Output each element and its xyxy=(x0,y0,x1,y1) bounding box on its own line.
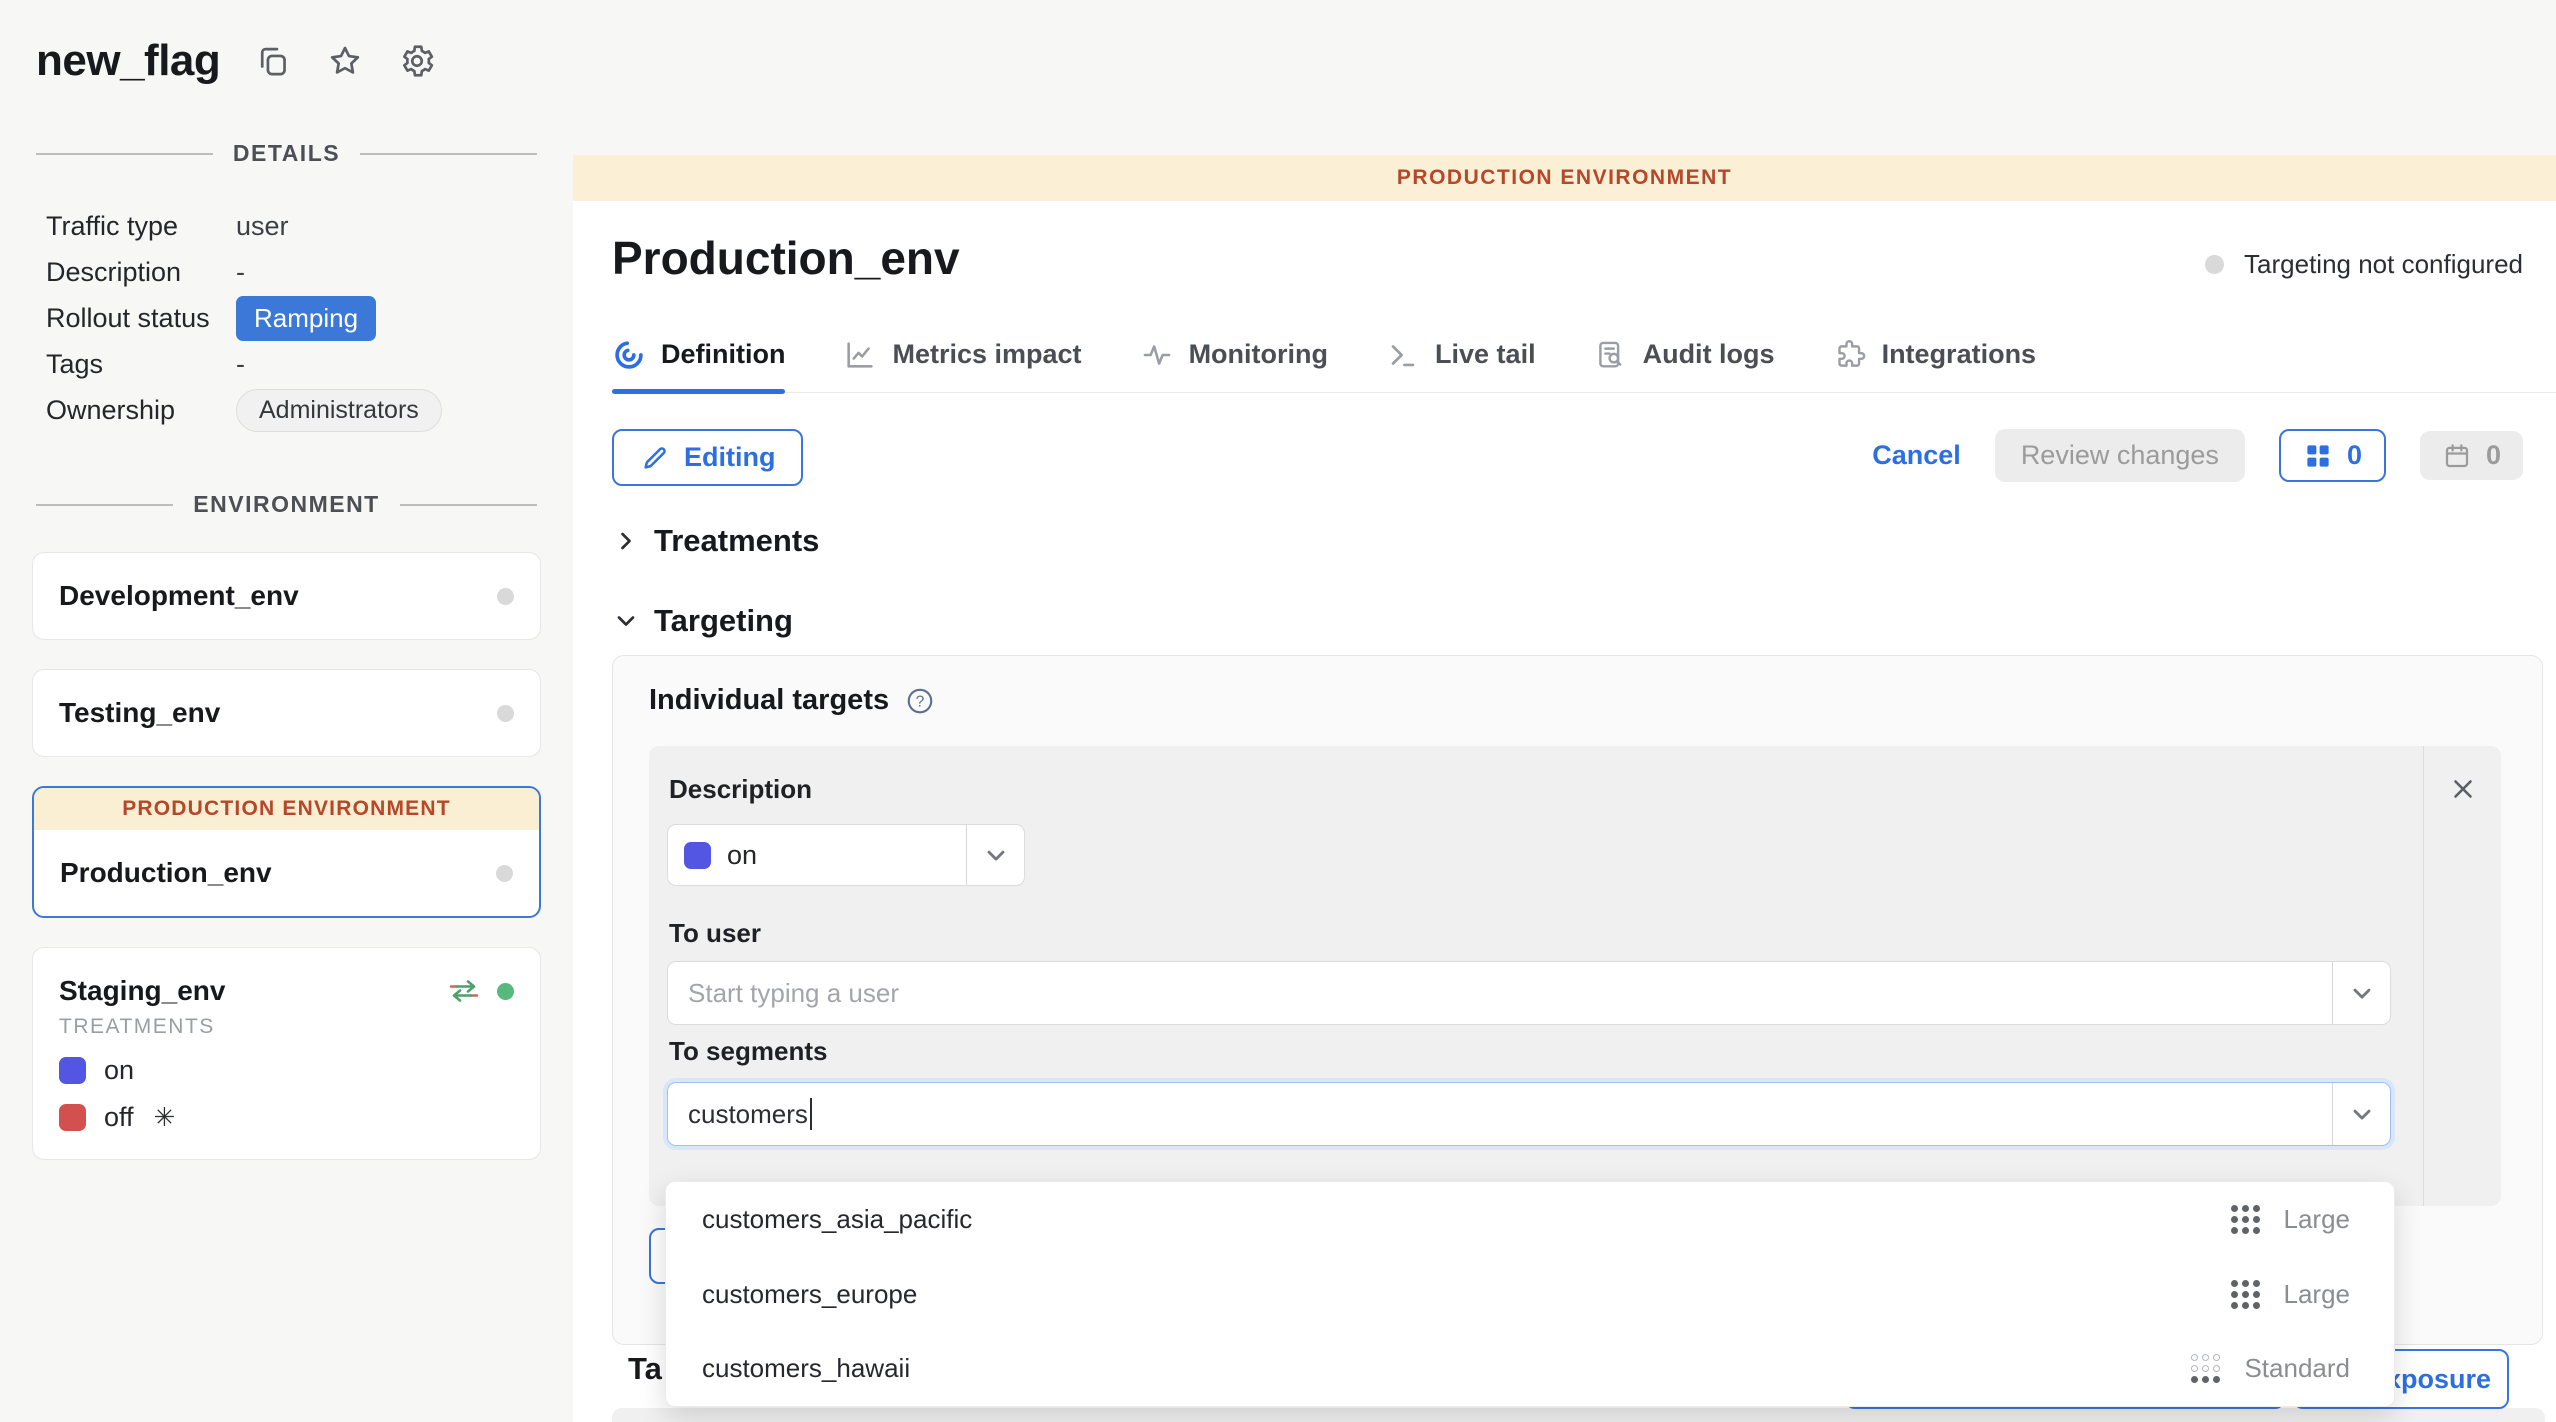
star-icon[interactable] xyxy=(326,42,364,80)
puzzle-icon xyxy=(1833,338,1867,372)
close-icon[interactable] xyxy=(2448,774,2478,808)
flag-title: new_flag xyxy=(36,36,220,86)
details-list: Traffic type user Description - Rollout … xyxy=(46,203,573,433)
main-area: PRODUCTION ENVIRONMENT Production_env Ta… xyxy=(573,155,2556,1422)
segments-input-value[interactable]: customers xyxy=(688,1099,808,1130)
duplicate-icon[interactable] xyxy=(254,42,292,80)
review-changes-button[interactable]: Review changes xyxy=(1995,429,2245,482)
segment-option-hawaii[interactable]: customers_hawaii Standard xyxy=(666,1331,2394,1406)
env-status-dot-active xyxy=(497,983,514,1000)
monitoring-icon xyxy=(1140,338,1174,372)
to-user-inputbox xyxy=(667,961,2391,1025)
segment-size-large-icon xyxy=(2231,1205,2260,1234)
terminal-icon xyxy=(1386,338,1420,372)
user-input[interactable] xyxy=(688,978,2332,1009)
tab-monitoring[interactable]: Monitoring xyxy=(1140,321,1328,392)
rollout-status-badge[interactable]: Ramping xyxy=(236,296,376,341)
svg-text:?: ? xyxy=(916,693,925,710)
calendar-icon xyxy=(2442,441,2472,471)
detail-row-ownership: Ownership Administrators xyxy=(46,387,573,433)
page-title: Production_env xyxy=(612,231,960,285)
next-section-heading-fragment: Ta xyxy=(628,1351,662,1387)
tab-integrations[interactable]: Integrations xyxy=(1833,321,2037,392)
treatment-row-on: on xyxy=(59,1055,514,1086)
help-icon[interactable]: ? xyxy=(905,686,935,716)
details-divider: DETAILS xyxy=(36,140,537,167)
production-environment-top-banner: PRODUCTION ENVIRONMENT xyxy=(573,155,2556,201)
treatment-select[interactable]: on xyxy=(667,824,1025,886)
targeting-status-dot xyxy=(2205,255,2224,274)
pencil-icon xyxy=(640,443,670,473)
env-status-dot xyxy=(497,705,514,722)
editing-button[interactable]: Editing xyxy=(612,429,803,486)
segment-option-europe[interactable]: customers_europe Large xyxy=(666,1257,2394,1332)
selected-treatment: on xyxy=(727,840,966,871)
schedule-count-button[interactable]: 0 xyxy=(2420,431,2523,480)
detail-row-rollout-status: Rollout status Ramping xyxy=(46,295,573,341)
change-count-button[interactable]: 0 xyxy=(2279,429,2386,482)
treatments-section-toggle[interactable]: Treatments xyxy=(612,523,819,559)
text-caret xyxy=(810,1098,812,1130)
next-section-card xyxy=(612,1408,2545,1422)
detail-row-traffic-type: Traffic type user xyxy=(46,203,573,249)
env-status-dot xyxy=(497,588,514,605)
segment-size-large-icon xyxy=(2231,1280,2260,1309)
ownership-pill[interactable]: Administrators xyxy=(236,389,442,432)
traffic-swap-icon xyxy=(447,977,481,1005)
cancel-link[interactable]: Cancel xyxy=(1872,440,1961,471)
grid-icon xyxy=(2303,441,2333,471)
to-segments-field-label: To segments xyxy=(669,1036,827,1067)
targeting-section-toggle[interactable]: Targeting xyxy=(612,603,793,639)
gear-icon[interactable] xyxy=(398,42,436,80)
definition-icon xyxy=(612,338,646,372)
default-treatment-icon: ✳ xyxy=(154,1102,176,1133)
treatment-on-swatch xyxy=(59,1057,86,1084)
chevron-down-icon[interactable] xyxy=(2332,962,2390,1024)
segment-dropdown: customers_asia_pacific Large customers_e… xyxy=(665,1181,2395,1407)
metrics-icon xyxy=(843,338,877,372)
treatment-row-off: off ✳ xyxy=(59,1102,514,1133)
tab-audit-logs[interactable]: Audit logs xyxy=(1594,321,1775,392)
chevron-down-icon[interactable] xyxy=(2332,1083,2390,1145)
chevron-right-icon xyxy=(612,527,640,555)
page-header: new_flag xyxy=(36,36,436,86)
tab-definition[interactable]: Definition xyxy=(612,321,785,392)
chevron-down-icon[interactable] xyxy=(966,825,1024,885)
remove-rule-column xyxy=(2423,746,2501,1206)
production-environment-banner: PRODUCTION ENVIRONMENT xyxy=(34,788,539,830)
tab-live-tail[interactable]: Live tail xyxy=(1386,321,1536,392)
detail-row-tags: Tags - xyxy=(46,341,573,387)
chevron-down-icon xyxy=(612,607,640,635)
action-bar: Editing Cancel Review changes 0 xyxy=(612,429,2523,481)
description-field-label: Description xyxy=(669,774,812,805)
detail-row-description: Description - xyxy=(46,249,573,295)
to-user-field-label: To user xyxy=(669,918,761,949)
audit-log-icon xyxy=(1594,338,1628,372)
treatment-color-swatch xyxy=(684,842,711,869)
target-rule-card: Description on To user To segments xyxy=(649,746,2501,1206)
treatment-off-swatch xyxy=(59,1104,86,1131)
environment-panel: Production_env Targeting not configured … xyxy=(573,201,2556,1422)
env-card-testing[interactable]: Testing_env xyxy=(32,669,541,757)
environment-divider: ENVIRONMENT xyxy=(36,491,537,518)
environment-list: Development_env Testing_env PRODUCTION E… xyxy=(32,552,541,1160)
environment-heading: ENVIRONMENT xyxy=(193,491,379,518)
env-card-development[interactable]: Development_env xyxy=(32,552,541,640)
tab-bar: Definition Metrics impact Monitoring xyxy=(612,321,2556,393)
treatments-caption: TREATMENTS xyxy=(59,1015,514,1039)
to-segments-inputbox[interactable]: customers xyxy=(667,1082,2391,1146)
targeting-status: Targeting not configured xyxy=(2205,249,2523,280)
env-status-dot xyxy=(496,865,513,882)
env-card-production[interactable]: PRODUCTION ENVIRONMENT Production_env xyxy=(32,786,541,918)
sidebar: DETAILS Traffic type user Description - … xyxy=(0,140,573,1189)
tab-metrics-impact[interactable]: Metrics impact xyxy=(843,321,1081,392)
segment-size-standard-icon xyxy=(2191,1354,2220,1383)
env-card-staging[interactable]: Staging_env TREATMENTS on xyxy=(32,947,541,1160)
segment-option-asia-pacific[interactable]: customers_asia_pacific Large xyxy=(666,1182,2394,1257)
details-heading: DETAILS xyxy=(233,140,340,167)
individual-targets-heading: Individual targets xyxy=(649,684,889,717)
